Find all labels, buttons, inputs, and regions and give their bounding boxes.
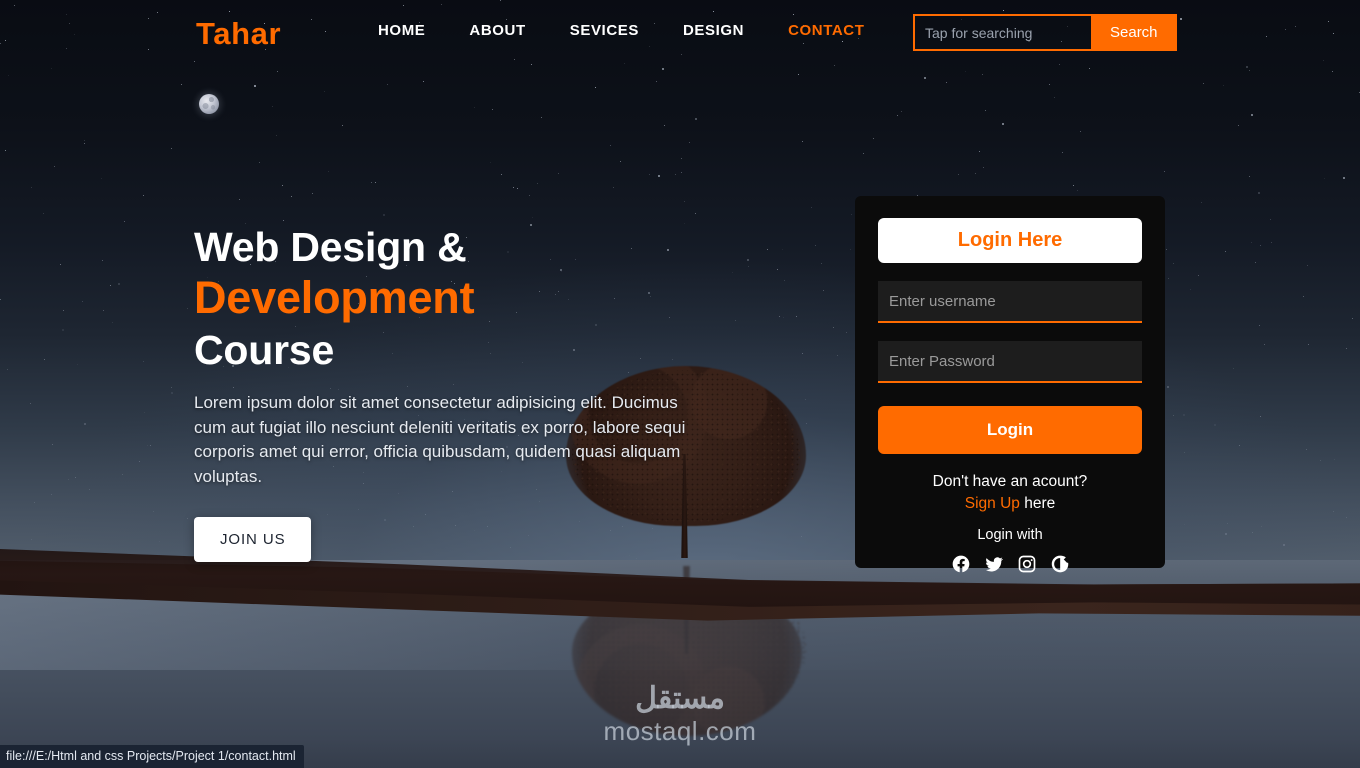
site-logo[interactable]: Tahar xyxy=(196,16,281,52)
join-us-button[interactable]: JOIN US xyxy=(194,517,312,562)
nav-item-contact[interactable]: CONTACT xyxy=(788,22,864,39)
signup-prompt: Don't have an acount? Sign Up here xyxy=(878,471,1142,515)
nav-item-sevices[interactable]: SEVICES xyxy=(570,22,639,39)
nav-item-design[interactable]: DESIGN xyxy=(683,22,744,39)
nav-item-about[interactable]: ABOUT xyxy=(469,22,525,39)
browser-viewport: مستقل mostaql.com Tahar HOME ABOUT SEVIC… xyxy=(0,0,1360,768)
google-icon[interactable] xyxy=(1050,554,1070,574)
facebook-icon[interactable] xyxy=(951,554,971,574)
hero-heading-line3: Course xyxy=(194,327,335,373)
hero-heading-line1: Web Design & xyxy=(194,224,467,270)
search-input[interactable] xyxy=(913,14,1091,51)
signup-question: Don't have an acount? xyxy=(932,473,1088,490)
nav-item-home[interactable]: HOME xyxy=(378,22,425,39)
hero-heading-line2: Development xyxy=(194,272,475,323)
signup-link[interactable]: Sign Up xyxy=(965,495,1020,512)
password-field-wrapper xyxy=(878,341,1142,383)
login-submit-button[interactable]: Login xyxy=(878,406,1142,454)
hero-heading: Web Design & Development Course xyxy=(194,220,714,377)
username-field-wrapper xyxy=(878,281,1142,323)
social-login-row xyxy=(878,554,1142,574)
login-with-label: Login with xyxy=(977,527,1043,543)
browser-status-bar: file:///E:/Html and css Projects/Project… xyxy=(0,745,304,768)
signup-line: Sign Up here xyxy=(878,493,1142,515)
signup-suffix: here xyxy=(1019,495,1056,512)
twitter-icon[interactable] xyxy=(984,554,1004,574)
moon-icon xyxy=(199,94,219,114)
instagram-icon[interactable] xyxy=(1017,554,1037,574)
password-input[interactable] xyxy=(878,341,1142,381)
login-panel-title: Login Here xyxy=(878,218,1142,263)
site-header: Tahar HOME ABOUT SEVICES DESIGN CONTACT … xyxy=(0,0,1360,66)
username-input[interactable] xyxy=(878,281,1142,321)
main-navigation: HOME ABOUT SEVICES DESIGN CONTACT xyxy=(378,22,865,39)
search-bar: Search xyxy=(913,14,1177,51)
hero-paragraph: Lorem ipsum dolor sit amet consectetur a… xyxy=(194,393,686,486)
search-button[interactable]: Search xyxy=(1091,14,1177,51)
login-panel: Login Here Login Don't have an acount? S… xyxy=(855,196,1165,573)
hero-section: Web Design & Development Course Lorem ip… xyxy=(194,220,714,562)
